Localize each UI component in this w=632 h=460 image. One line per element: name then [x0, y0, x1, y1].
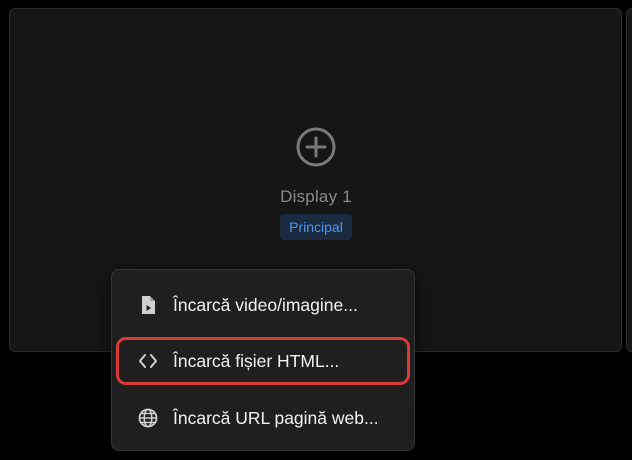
display-title: Display 1 — [280, 187, 352, 206]
primary-badge: Principal — [280, 214, 352, 240]
menu-item-label: Încarcă video/imagine... — [173, 295, 358, 315]
menu-item-label: Încarcă fișier HTML... — [173, 351, 340, 371]
plus-circle-icon[interactable] — [295, 126, 337, 168]
menu-item-upload-url[interactable]: Încarcă URL pagină web... — [120, 398, 406, 438]
menu-item-label: Încarcă URL pagină web... — [173, 408, 379, 428]
badge-wrapper: Principal — [0, 214, 632, 240]
file-media-icon — [142, 296, 155, 314]
context-menu: Încarcă video/imagine... Încarcă fișier … — [111, 269, 415, 451]
display-configuration-screen: Display 1 Principal Încarcă video/imagin… — [0, 0, 632, 460]
menu-item-upload-html[interactable]: Încarcă fișier HTML... — [116, 337, 410, 385]
display-card-2-edge[interactable] — [626, 8, 632, 352]
menu-item-upload-media[interactable]: Încarcă video/imagine... — [120, 285, 406, 325]
code-brackets-icon — [139, 354, 157, 368]
globe-icon — [138, 408, 158, 428]
